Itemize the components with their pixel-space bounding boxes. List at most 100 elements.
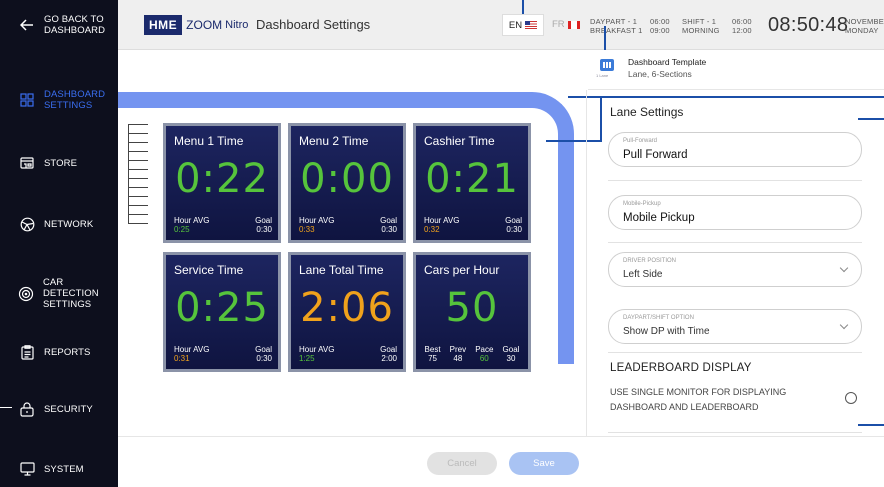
tile-value: 0:25 (175, 285, 269, 331)
tile-left-value: 0:31 (174, 354, 190, 363)
tile-right-value: 0:30 (506, 225, 522, 234)
network-icon (16, 216, 38, 232)
field-label: Pull-Forward (623, 138, 658, 144)
back-label: GO BACK TO DASHBOARD (44, 14, 106, 36)
chevron-down-icon (839, 263, 849, 273)
tile-value: 50 (445, 285, 499, 331)
dashboard-template-selector[interactable]: 1 Lane Dashboard Template Lane, 6-Sectio… (588, 50, 884, 90)
tile-left-label: Hour AVG (299, 345, 335, 354)
date-label: NOVEMBER MONDAY (845, 17, 884, 35)
tile-title: Service Time (174, 263, 244, 277)
us-flag-icon (525, 21, 538, 29)
field-label: Mobile-Pickup (623, 201, 661, 207)
tile-value: 0:21 (425, 156, 519, 202)
save-button[interactable]: Save (509, 452, 579, 475)
shift-label: SHIFT - 1 MORNING (682, 17, 720, 35)
sidebar-item-reports[interactable]: REPORTS (0, 344, 118, 360)
tile-menu2-time[interactable]: Menu 2 Time 0:00 Hour AVG 0:33 Goal 0:30 (288, 123, 406, 243)
annotation-line (858, 424, 884, 426)
sidebar-item-label: STORE (44, 157, 78, 169)
divider (608, 352, 862, 353)
tile-lane-total-time[interactable]: Lane Total Time 2:06 Hour AVG 1:25 Goal 2:… (288, 252, 406, 372)
tile-value: 2:06 (300, 285, 394, 331)
lang-fr-label: FR (552, 19, 565, 30)
tile-right-value: 0:30 (256, 225, 272, 234)
lang-fr-button[interactable]: FR (552, 19, 580, 30)
sidebar-item-dashboard-settings[interactable]: DASHBOARD SETTINGS (0, 89, 118, 111)
tile-left-label: Hour AVG (424, 216, 460, 225)
tile-right-label: Goal (255, 345, 272, 354)
divider (608, 242, 862, 243)
clock: 08:50:48 (768, 14, 849, 36)
sidebar-item-network[interactable]: NETWORK (0, 216, 118, 232)
field-value: Mobile Pickup (623, 212, 695, 224)
tile-right-value: 0:30 (381, 225, 397, 234)
store-icon (16, 155, 38, 171)
leaderboard-title: LEADERBOARD DISPLAY (610, 362, 752, 374)
tile-cars-per-hour[interactable]: Cars per Hour 50 Best 75 Prev 48 Pace 60 Go… (413, 252, 531, 372)
reports-icon (16, 344, 38, 360)
sidebar-item-label: REPORTS (44, 346, 91, 358)
field-label: DAYPART/SHIFT OPTION (623, 315, 694, 321)
page-title: Dashboard Settings (256, 17, 371, 32)
divider (608, 432, 862, 433)
driver-position-select[interactable]: DRIVER POSITION Left Side (608, 252, 862, 287)
tile-menu1-time[interactable]: Menu 1 Time 0:22 Hour AVG 0:25 Goal 0:30 (163, 123, 281, 243)
lang-en-button[interactable]: EN (502, 14, 544, 36)
template-desc: Lane, 6-Sections (628, 69, 692, 79)
tile-title: Cars per Hour (424, 263, 500, 277)
shift-time: 06:00 12:00 (732, 17, 752, 35)
sidebar-item-label: SECURITY (44, 403, 93, 415)
tile-right-label: Goal (380, 345, 397, 354)
chevron-down-icon (839, 320, 849, 330)
tile-right-label: Goal (380, 216, 397, 225)
cancel-button[interactable]: Cancel (427, 452, 497, 475)
main-content: 1 Lane Dashboard Template Lane, 6-Sectio… (118, 50, 884, 487)
annotation-line (522, 0, 524, 14)
stat-value: 48 (453, 354, 463, 363)
leaderboard-desc: USE SINGLE MONITOR FOR DISPLAYING DASHBO… (610, 387, 787, 412)
tile-right-label: Goal (255, 216, 272, 225)
field-value: Left Side (623, 269, 663, 280)
stat-value: 30 (506, 354, 516, 363)
field-value: Show DP with Time (623, 326, 710, 337)
security-indicator (0, 407, 12, 408)
sidebar-item-label: DASHBOARD SETTINGS (44, 89, 106, 111)
tile-title: Menu 1 Time (174, 134, 244, 148)
tile-value: 0:22 (175, 156, 269, 202)
tile-right-value: 2:00 (381, 354, 397, 363)
sidebar-item-label: SYSTEM (44, 463, 84, 475)
back-to-dashboard-button[interactable]: GO BACK TO DASHBOARD (0, 14, 118, 36)
stat-label: Best (424, 345, 441, 354)
tile-right-value: 0:30 (256, 354, 272, 363)
divider (608, 180, 862, 181)
stat-label: Pace (475, 345, 494, 354)
tile-title: Lane Total Time (299, 263, 384, 277)
car-detection-icon (16, 286, 37, 302)
sidebar-item-store[interactable]: STORE (0, 155, 118, 171)
sidebar-item-label: CAR DETECTION SETTINGS (42, 277, 99, 310)
sidebar: GO BACK TO DASHBOARD DASHBOARD SETTINGS … (0, 0, 118, 487)
logo-nitro: Nitro (225, 19, 249, 31)
app-root: GO BACK TO DASHBOARD DASHBOARD SETTINGS … (0, 0, 884, 487)
tile-service-time[interactable]: Service Time 0:25 Hour AVG 0:31 Goal 0:30 (163, 252, 281, 372)
leaderboard-toggle[interactable] (845, 392, 857, 404)
tile-left-value: 0:25 (174, 225, 190, 234)
arrow-left-icon (16, 17, 38, 33)
daypart-shift-select[interactable]: DAYPART/SHIFT OPTION Show DP with Time (608, 309, 862, 344)
dashboard-icon (16, 92, 38, 108)
annotation-line (604, 26, 606, 52)
pull-forward-input[interactable]: Pull-Forward Pull Forward (608, 132, 862, 167)
stat-value: 60 (479, 354, 489, 363)
stat-label: Prev (449, 345, 467, 354)
mobile-pickup-input[interactable]: Mobile-Pickup Mobile Pickup (608, 195, 862, 230)
action-bar: Cancel Save (118, 436, 884, 487)
tile-cashier-time[interactable]: Cashier Time 0:21 Hour AVG 0:32 Goal 0:30 (413, 123, 531, 243)
stat-label: Goal (502, 345, 520, 354)
canada-flag-icon (567, 20, 580, 29)
sidebar-item-security[interactable]: SECURITY (0, 401, 118, 417)
sidebar-item-car-detection[interactable]: CAR DETECTION SETTINGS (0, 277, 118, 310)
sidebar-item-system[interactable]: SYSTEM (0, 461, 118, 477)
logo-zoom: ZOOM (186, 18, 223, 32)
annotation-line (858, 118, 884, 120)
